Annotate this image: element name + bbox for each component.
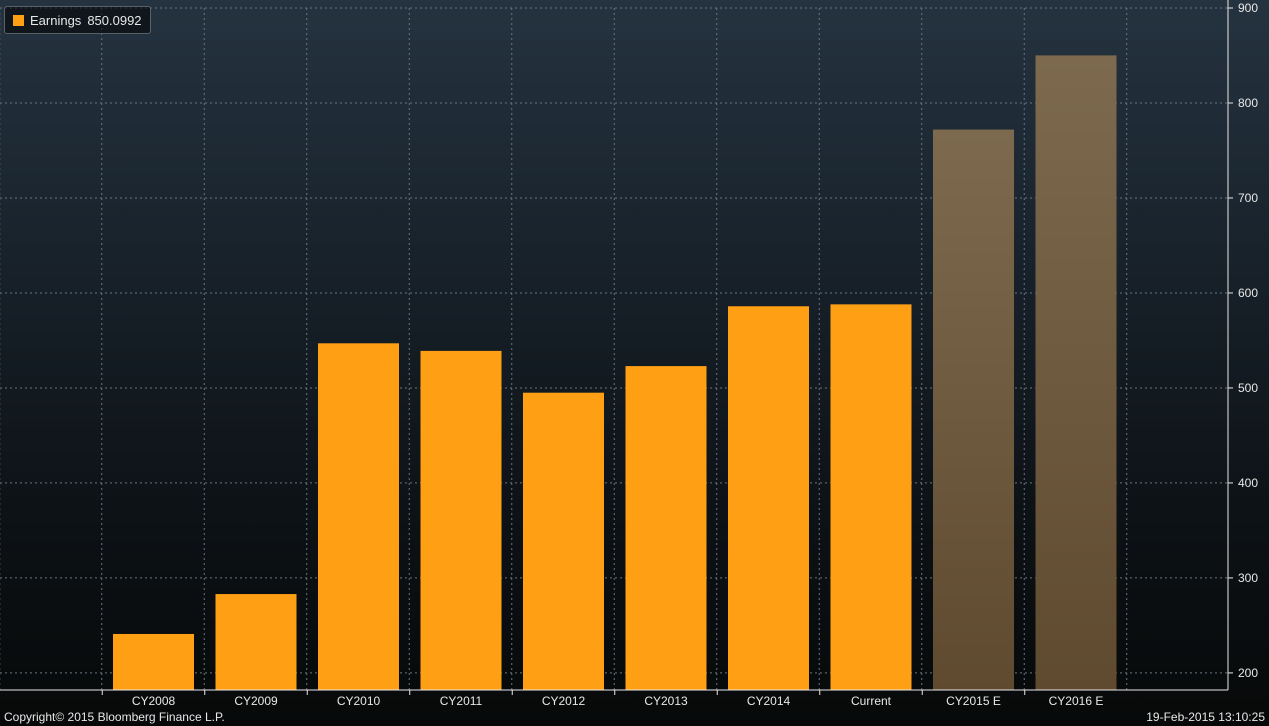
- x-tick-label: CY2014: [747, 694, 791, 708]
- y-tick-label: 400: [1238, 476, 1258, 490]
- bar: [215, 594, 297, 690]
- x-tick-label: CY2008: [132, 694, 176, 708]
- y-tick-label: 800: [1238, 96, 1258, 110]
- x-tick-label: CY2015 E: [946, 694, 1001, 708]
- y-tick-label: 500: [1238, 381, 1258, 395]
- legend-series-label: Earnings: [30, 12, 82, 28]
- bar: [113, 633, 194, 690]
- x-tick-label: Current: [851, 694, 892, 708]
- x-tick-label: CY2013: [644, 694, 688, 708]
- x-tick-label: CY2012: [542, 694, 586, 708]
- bar: [1035, 55, 1117, 691]
- x-tick-label: CY2009: [234, 694, 278, 708]
- copyright-text: Copyright© 2015 Bloomberg Finance L.P.: [4, 710, 225, 724]
- bar: [523, 392, 604, 690]
- x-tick-label: CY2010: [337, 694, 381, 708]
- chart-footer: Copyright© 2015 Bloomberg Finance L.P. 1…: [0, 709, 1269, 726]
- bar: [420, 350, 502, 690]
- y-tick-label: 300: [1238, 571, 1258, 585]
- bar: [830, 304, 912, 690]
- x-tick-label: CY2011: [440, 694, 483, 708]
- legend-series-value: 850.0992: [87, 12, 142, 28]
- y-tick-label: 600: [1238, 286, 1258, 300]
- chart-legend: Earnings 850.0992: [4, 6, 151, 34]
- bar: [728, 306, 809, 690]
- timestamp-text: 19-Feb-2015 13:10:25: [1146, 710, 1265, 724]
- y-tick-label: 200: [1238, 666, 1258, 680]
- chart-container: 200 300 400 500 600 700 800 900 CY2008 CY2009 CY20…: [0, 0, 1269, 726]
- legend-swatch: [13, 14, 24, 26]
- bar: [625, 366, 707, 690]
- y-tick-label: 700: [1238, 191, 1258, 205]
- y-tick-label: 900: [1238, 1, 1258, 15]
- bar: [318, 343, 399, 690]
- x-tick-label: CY2016 E: [1049, 694, 1104, 708]
- bar-chart: 200 300 400 500 600 700 800 900 CY2008 CY2009 CY20…: [0, 0, 1258, 708]
- bar: [933, 129, 1014, 691]
